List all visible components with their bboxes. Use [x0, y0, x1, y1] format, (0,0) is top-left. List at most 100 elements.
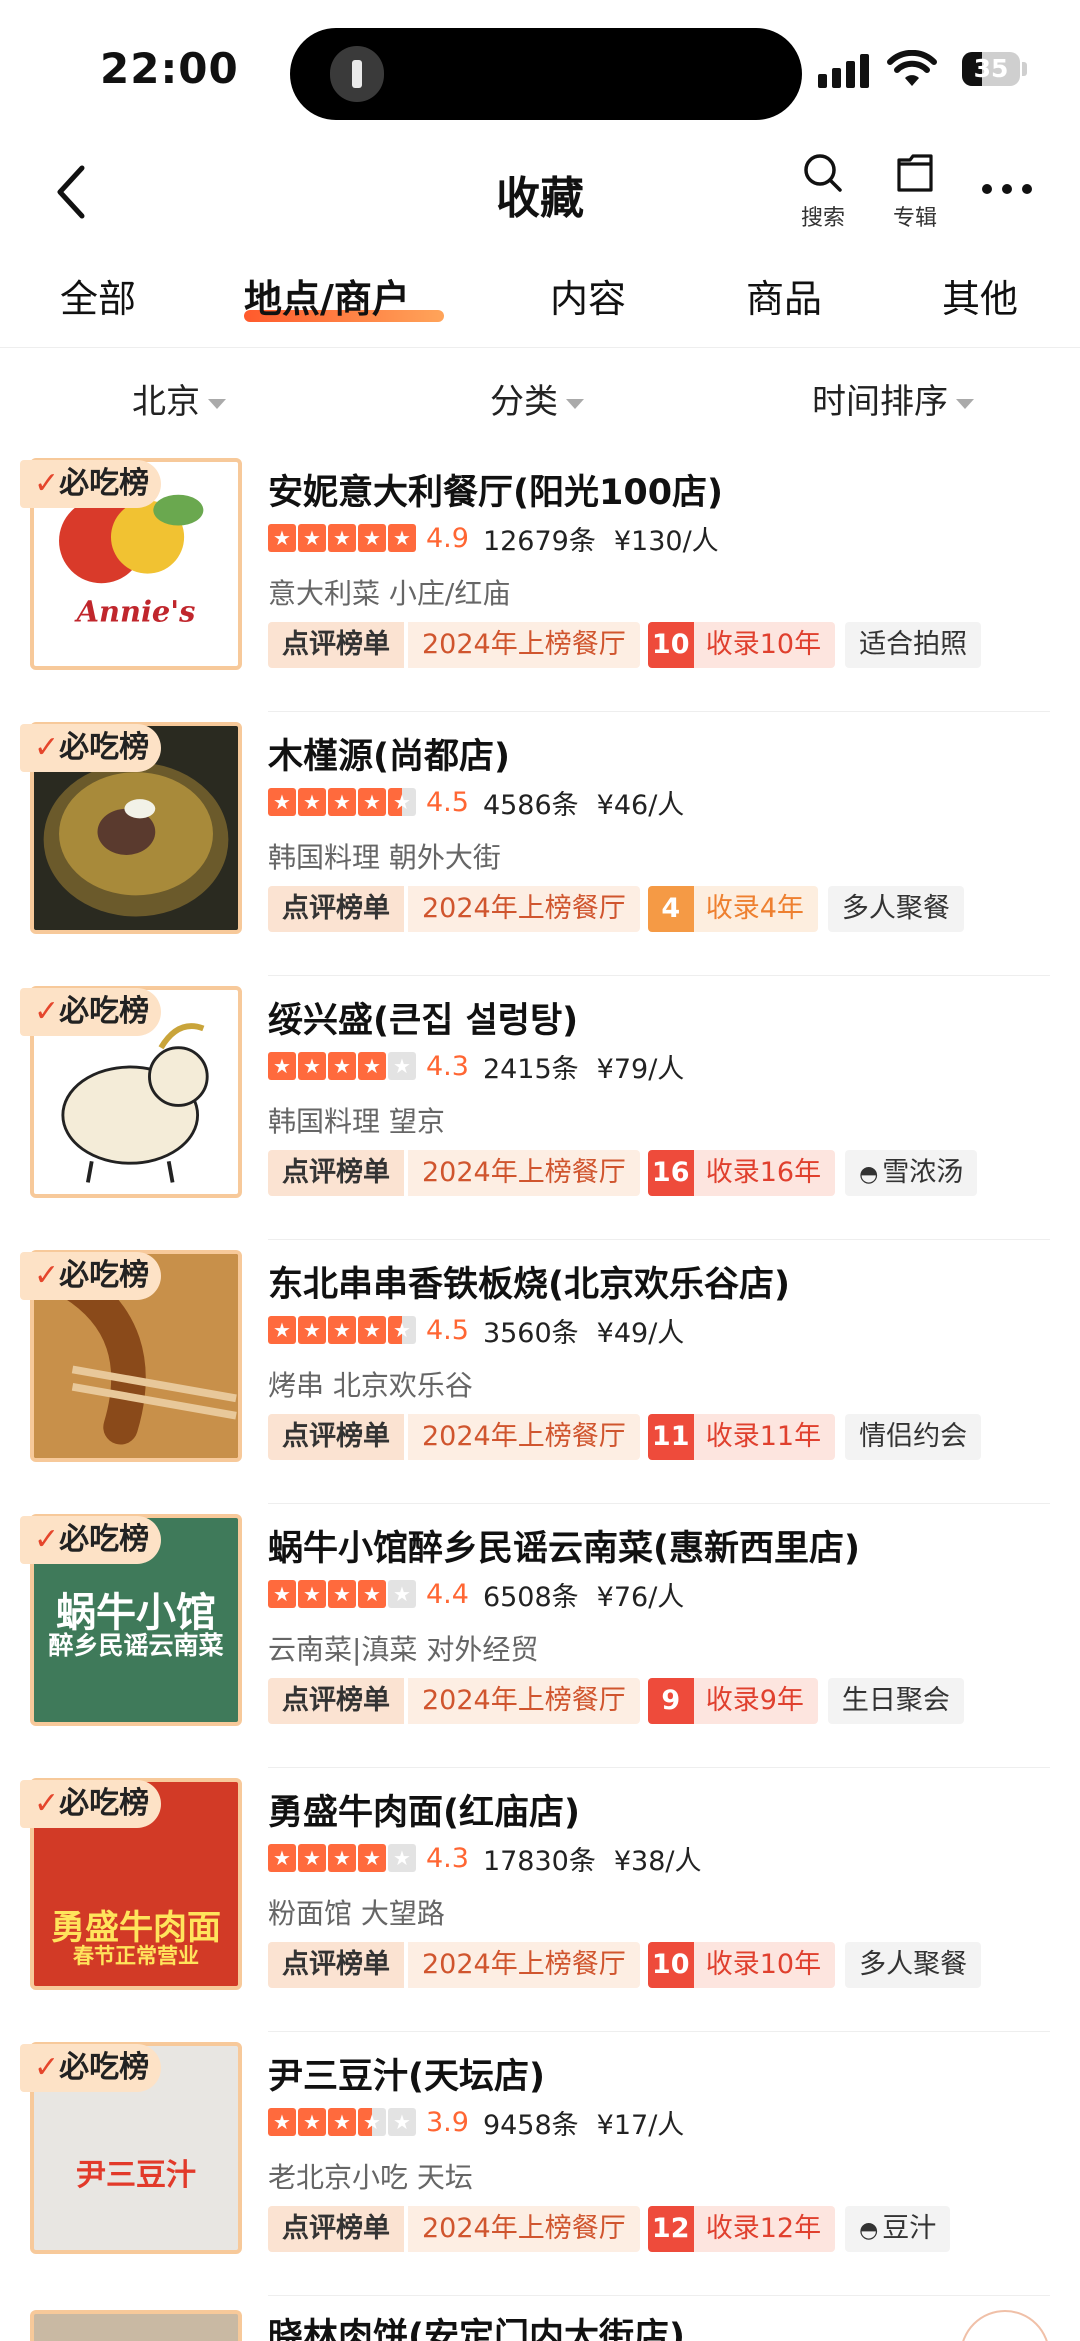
dynamic-island: [290, 28, 802, 120]
must-eat-badge: ✓必吃榜: [20, 724, 162, 772]
ranking-tag: 点评榜单: [268, 1150, 404, 1196]
review-count: 2415条: [482, 1053, 579, 1085]
star-icon: [358, 1052, 386, 1080]
star-icon: [298, 524, 326, 552]
years-listed-tag: 收录11年: [693, 1414, 836, 1460]
feature-tag-label: 适合拍照: [859, 629, 968, 660]
ranking-tag: 点评榜单: [268, 622, 404, 668]
list-item[interactable]: ✓必吃榜 绥兴盛(큰집 설렁탕) 4.3 2415条 ¥79/人韩国料理 望京点评榜单2…: [0, 976, 1080, 1240]
sort-filter-label: 时间排序: [812, 382, 948, 422]
restaurant-name: 东北串串香铁板烧(北京欢乐谷店): [268, 1265, 790, 1305]
must-eat-badge-label: 必吃榜: [59, 1258, 150, 1293]
sort-filter[interactable]: 时间排序: [812, 374, 974, 423]
feature-tag-label: 雪浓汤: [882, 1157, 964, 1188]
tag-row: 点评榜单 2024年上榜餐厅 16 收录16年 ◓ 雪浓汤: [268, 1150, 978, 1196]
tag-row: 点评榜单 2024年上榜餐厅 10 收录10年 多人聚餐: [268, 1942, 982, 1988]
restaurant-name: 绥兴盛(큰집 설렁탕): [268, 1001, 579, 1041]
star-icon: [298, 1052, 326, 1080]
years-listed-tag: 收录10年: [693, 622, 836, 668]
album-button[interactable]: 专辑: [880, 152, 950, 232]
star-icon: [388, 1844, 416, 1872]
list-item[interactable]: 蜗牛小馆醉乡民谣云南菜✓必吃榜蜗牛小馆醉乡民谣云南菜(惠新西里店)4.46508…: [0, 1504, 1080, 1768]
price-per-person: ¥49/人: [596, 1317, 685, 1349]
star-icon: [268, 1316, 296, 1344]
tag-row: 点评榜单 2024年上榜餐厅 11 收录11年 情侣约会: [268, 1414, 982, 1460]
rating-row: 4.5 4586条 ¥46/人: [268, 784, 684, 821]
star-icon: [388, 524, 416, 552]
bowl-icon: ◓: [859, 2218, 879, 2243]
check-icon: ✓: [34, 1786, 60, 1821]
restaurant-name: 晓林肉饼(安定门内大街店): [268, 2317, 685, 2341]
years-number: 9: [647, 1678, 694, 1724]
star-icon: [388, 788, 416, 816]
review-count: 12679条: [482, 525, 596, 557]
status-time: 22:00: [100, 44, 239, 93]
star-icon: [298, 1844, 326, 1872]
tab-places[interactable]: 地点/商户: [244, 268, 410, 323]
rating-row: 4.9 12679条 ¥130/人: [268, 520, 719, 557]
star-icon: [358, 1844, 386, 1872]
price-per-person: ¥17/人: [596, 2109, 685, 2141]
years-listed-tag: 收录4年: [693, 886, 818, 932]
tab-products[interactable]: 商品: [746, 268, 822, 323]
must-eat-badge: ✓必吃榜: [20, 1516, 162, 1564]
star-icon: [298, 2108, 326, 2136]
wifi-icon: [887, 50, 937, 86]
must-eat-badge-label: 必吃榜: [59, 730, 150, 765]
list-item[interactable]: ✓必吃榜 东北串串香铁板烧(北京欢乐谷店) 4.5 3560条 ¥49/人烤串 北京欢乐…: [0, 1240, 1080, 1504]
list-item[interactable]: Annie's ✓必吃榜 安妮意大利餐厅(阳光100店) 4.9 12679条 ¥130/…: [0, 448, 1080, 712]
years-number: 16: [647, 1150, 694, 1196]
year-ranking-tag: 2024年上榜餐厅: [408, 1414, 640, 1460]
feature-tag-label: 多人聚餐: [841, 893, 950, 924]
city-filter-label: 北京: [132, 382, 200, 422]
must-eat-badge: ✓必吃榜: [20, 1252, 162, 1300]
more-icon[interactable]: [982, 184, 1032, 198]
list-item[interactable]: 尹三豆汁 ✓必吃榜 尹三豆汁(天坛店) 3.9 9458条 ¥17/人老北京小吃 天坛点评…: [0, 2032, 1080, 2296]
search-button[interactable]: 搜索: [788, 152, 858, 232]
tab-content[interactable]: 内容: [550, 268, 626, 323]
category-filter[interactable]: 分类: [490, 374, 584, 423]
year-ranking-tag: 2024年上榜餐厅: [408, 886, 640, 932]
city-filter[interactable]: 北京: [132, 374, 226, 423]
flashlight-icon: [330, 46, 384, 102]
must-eat-badge-label: 必吃榜: [59, 2050, 150, 2085]
check-icon: ✓: [34, 994, 60, 1029]
list-item[interactable]: 勇盛牛肉面春节正常营业✓必吃榜勇盛牛肉面(红庙店)4.317830条¥38/人粉…: [0, 1768, 1080, 2032]
ranking-tag: 点评榜单: [268, 1414, 404, 1460]
tag-row: 点评榜单 2024年上榜餐厅 10 收录10年 适合拍照: [268, 622, 982, 668]
rating-row: 3.9 9458条 ¥17/人: [268, 2104, 685, 2141]
category-location: 老北京小吃 天坛: [268, 2161, 473, 2194]
tab-bar: 全部 地点/商户 内容 商品 其他: [0, 258, 1080, 348]
review-count: 4586条: [482, 789, 579, 821]
must-eat-badge: ✓必吃榜: [20, 988, 162, 1036]
feature-tag-label: 生日聚会: [841, 1685, 950, 1716]
review-count: 6508条: [482, 1581, 579, 1613]
years-number: 10: [647, 1942, 694, 1988]
battery-icon: 35: [962, 52, 1020, 86]
star-icon: [268, 2108, 296, 2136]
rating-score: 3.9: [426, 2106, 469, 2138]
years-number: 11: [647, 1414, 694, 1460]
list-item-partial[interactable]: 晓林肉饼(安定门内大街店): [0, 2296, 1080, 2341]
must-eat-badge-label: 必吃榜: [59, 1786, 150, 1821]
tab-other[interactable]: 其他: [942, 268, 1018, 323]
star-rating: [268, 524, 416, 552]
category-location: 烤串 北京欢乐谷: [268, 1369, 473, 1402]
list-item[interactable]: ✓必吃榜 木槿源(尚都店) 4.5 4586条 ¥46/人韩国料理 朝外大街点评榜单20…: [0, 712, 1080, 976]
must-eat-badge: ✓必吃榜: [20, 2044, 162, 2092]
rating-score: 4.3: [426, 1842, 469, 1874]
thumbnail-subtext: 春节正常营业: [73, 1944, 199, 1968]
tab-all[interactable]: 全部: [60, 268, 136, 323]
star-icon: [388, 1316, 416, 1344]
check-icon: ✓: [34, 1522, 60, 1557]
must-eat-badge: ✓必吃榜: [20, 1780, 162, 1828]
star-icon: [268, 524, 296, 552]
restaurant-name: 蜗牛小馆醉乡民谣云南菜(惠新西里店): [268, 1529, 860, 1569]
must-eat-badge: ✓必吃榜: [20, 460, 162, 508]
restaurant-name: 尹三豆汁(天坛店): [268, 2057, 545, 2097]
album-label: 专辑: [892, 206, 937, 231]
star-icon: [358, 1580, 386, 1608]
must-eat-badge-label: 必吃榜: [59, 994, 150, 1029]
star-rating: [268, 2108, 416, 2136]
restaurant-name: 安妮意大利餐厅(阳光100店): [268, 473, 724, 513]
